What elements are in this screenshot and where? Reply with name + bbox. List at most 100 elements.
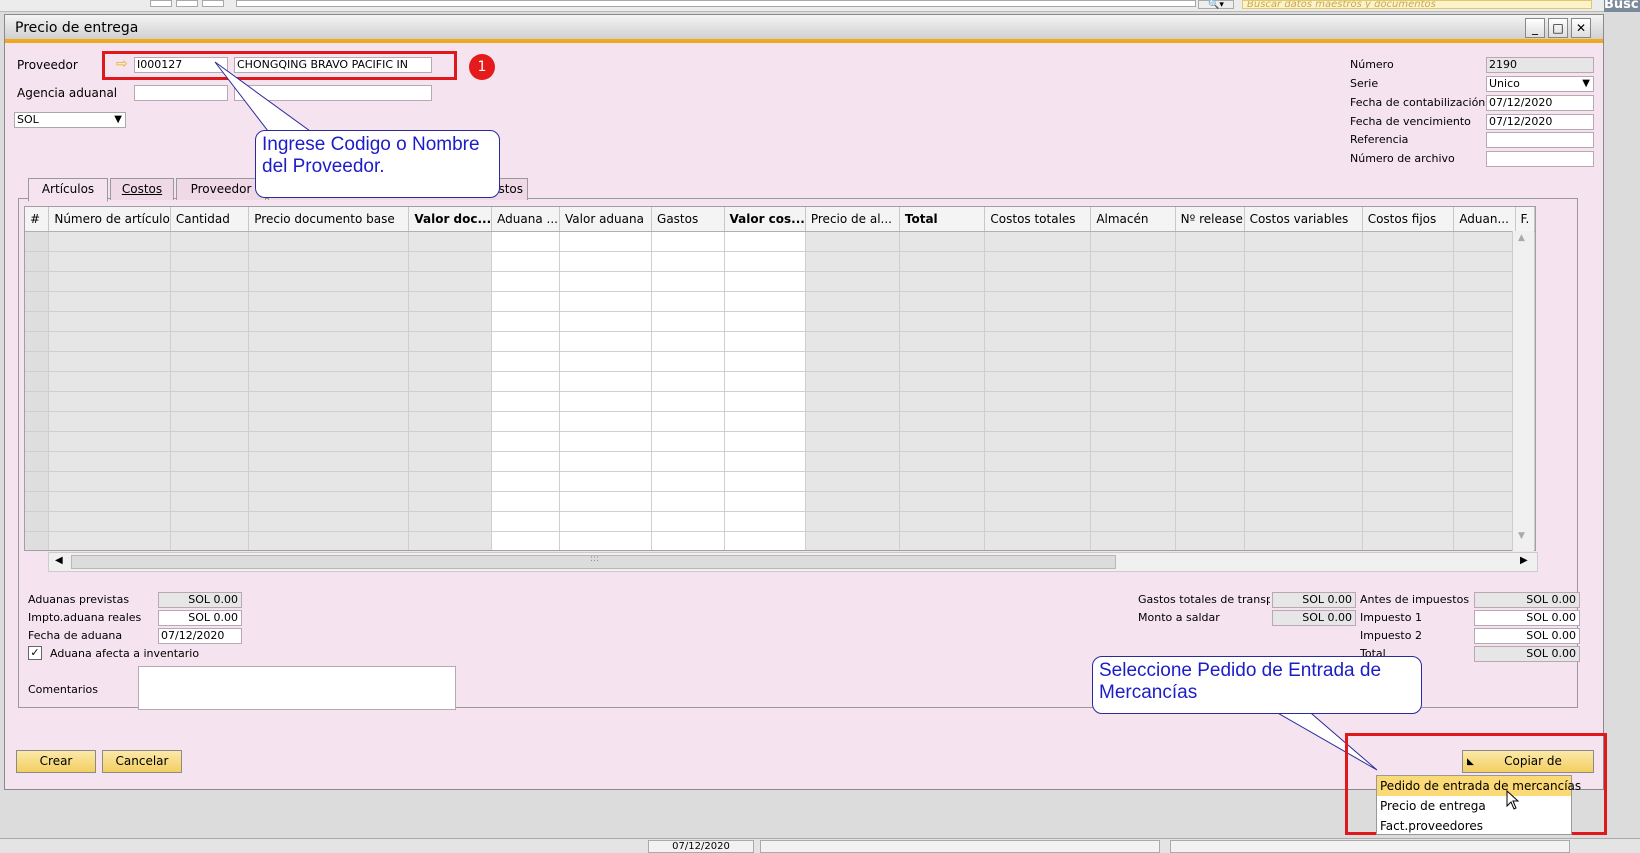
grid-cell[interactable] <box>805 271 900 292</box>
grid-cell[interactable] <box>48 471 171 492</box>
table-row[interactable] <box>25 431 1535 452</box>
grid-cell[interactable] <box>408 371 493 392</box>
currency-select[interactable]: SOL ▼ <box>14 112 126 128</box>
grid-cell[interactable] <box>491 291 561 312</box>
magnifier-icon[interactable]: 🔍▾ <box>1198 0 1234 10</box>
grid-cell[interactable] <box>899 251 986 272</box>
grid-cell[interactable] <box>1244 371 1363 392</box>
referencia-input[interactable] <box>1486 132 1594 148</box>
grid-cell[interactable] <box>1090 431 1176 452</box>
grid-cell[interactable] <box>408 231 493 252</box>
grid-cell[interactable] <box>724 271 806 292</box>
grid-cell[interactable] <box>1090 411 1176 432</box>
grid-cell[interactable] <box>724 431 806 452</box>
grid-cell[interactable] <box>1453 431 1516 452</box>
grid-cell[interactable] <box>1453 391 1516 412</box>
grid-cell[interactable] <box>724 471 806 492</box>
grid-cell[interactable] <box>1244 431 1363 452</box>
grid-cell[interactable] <box>248 471 410 492</box>
grid-cell[interactable] <box>48 251 171 272</box>
grid-cell[interactable] <box>491 451 561 472</box>
grid-cell[interactable] <box>984 331 1092 352</box>
impuesto-1-input[interactable]: SOL 0.00 <box>1474 610 1580 626</box>
grid-cell[interactable] <box>1175 391 1245 412</box>
grid-cell[interactable] <box>491 411 561 432</box>
grid-cell[interactable] <box>1175 291 1245 312</box>
grid-cell[interactable] <box>559 251 653 272</box>
grid-cell[interactable] <box>408 531 493 550</box>
grid-cell[interactable] <box>491 231 561 252</box>
grid-cell[interactable] <box>248 291 410 312</box>
grid-cell[interactable] <box>559 311 653 332</box>
grid-cell[interactable] <box>1362 271 1455 292</box>
grid-cell[interactable] <box>651 271 725 292</box>
col-header[interactable]: Valor aduana <box>559 207 653 232</box>
grid-cell[interactable] <box>651 471 725 492</box>
numero-archivo-input[interactable] <box>1486 151 1594 167</box>
grid-cell[interactable] <box>1244 331 1363 352</box>
grid-cell[interactable] <box>248 391 410 412</box>
grid-cell[interactable] <box>48 511 171 532</box>
grid-cell[interactable] <box>25 451 50 472</box>
table-row[interactable] <box>25 251 1535 272</box>
grid-cell[interactable] <box>1362 351 1455 372</box>
grid-cell[interactable] <box>1362 531 1455 550</box>
col-header[interactable]: Aduana ... <box>491 207 561 232</box>
grid-cell[interactable] <box>491 531 561 550</box>
grid-cell[interactable] <box>1090 491 1176 512</box>
grid-cell[interactable] <box>1453 311 1516 332</box>
maximize-button[interactable]: □ <box>1548 18 1568 38</box>
articles-table[interactable]: # Número de artículo Cantidad Precio doc… <box>25 207 1535 550</box>
grid-cell[interactable] <box>1453 531 1516 550</box>
grid-cell[interactable] <box>408 471 493 492</box>
grid-cell[interactable] <box>1175 531 1245 550</box>
grid-cell[interactable] <box>25 371 50 392</box>
grid-cell[interactable] <box>559 491 653 512</box>
grid-cell[interactable] <box>1175 351 1245 372</box>
grid-cell[interactable] <box>559 431 653 452</box>
toolbar-box-2[interactable] <box>176 0 198 7</box>
scroll-up-icon[interactable]: ▲ <box>1518 233 1525 243</box>
grid-cell[interactable] <box>248 431 410 452</box>
grid-cell[interactable] <box>1175 371 1245 392</box>
grid-cell[interactable] <box>724 251 806 272</box>
grid-cell[interactable] <box>805 511 900 532</box>
grid-cell[interactable] <box>984 451 1092 472</box>
grid-cell[interactable] <box>1453 291 1516 312</box>
grid-cell[interactable] <box>1453 491 1516 512</box>
grid-cell[interactable] <box>984 271 1092 292</box>
grid-cell[interactable] <box>984 391 1092 412</box>
col-header[interactable]: Cantidad <box>170 207 250 232</box>
grid-cell[interactable] <box>25 231 50 252</box>
grid-cell[interactable] <box>1244 251 1363 272</box>
grid-cell[interactable] <box>1244 231 1363 252</box>
grid-cell[interactable] <box>984 291 1092 312</box>
grid-cell[interactable] <box>25 351 50 372</box>
grid-cell[interactable] <box>984 231 1092 252</box>
grid-cell[interactable] <box>651 311 725 332</box>
grid-cell[interactable] <box>248 411 410 432</box>
grid-cell[interactable] <box>408 251 493 272</box>
grid-cell[interactable] <box>651 371 725 392</box>
grid-cell[interactable] <box>48 451 171 472</box>
grid-cell[interactable] <box>170 231 250 252</box>
grid-cell[interactable] <box>1362 511 1455 532</box>
grid-cell[interactable] <box>1362 331 1455 352</box>
col-header[interactable]: Costos totales <box>984 207 1092 232</box>
grid-cell[interactable] <box>170 471 250 492</box>
grid-cell[interactable] <box>651 491 725 512</box>
grid-cell[interactable] <box>48 411 171 432</box>
grid-cell[interactable] <box>805 311 900 332</box>
grid-cell[interactable] <box>248 231 410 252</box>
grid-cell[interactable] <box>899 271 986 292</box>
grid-cell[interactable] <box>984 531 1092 550</box>
grid-cell[interactable] <box>724 531 806 550</box>
comentarios-textarea[interactable] <box>138 666 456 710</box>
grid-cell[interactable] <box>48 311 171 332</box>
grid-cell[interactable] <box>1175 451 1245 472</box>
grid-cell[interactable] <box>170 531 250 550</box>
grid-cell[interactable] <box>1175 431 1245 452</box>
col-header[interactable]: Número de artículo <box>48 207 171 232</box>
grid-cell[interactable] <box>1175 251 1245 272</box>
grid-cell[interactable] <box>25 431 50 452</box>
